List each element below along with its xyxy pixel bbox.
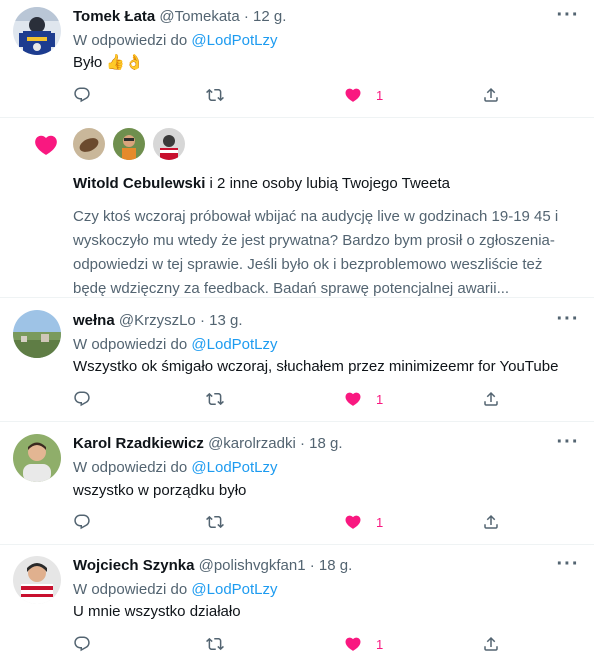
retweet-icon (206, 513, 224, 531)
more-options-icon[interactable]: ··· (556, 554, 580, 578)
tweet-reply[interactable]: Wojciech Szynka @polishvgkfan1 · 18 g. ·… (0, 545, 594, 666)
retweet-icon (206, 390, 224, 408)
liker-avatar[interactable] (73, 128, 105, 160)
timestamp[interactable]: 12 g. (253, 8, 286, 25)
action-bar: 1 (73, 389, 573, 409)
notification-summary: Witold Cebulewski i 2 inne osoby lubią T… (73, 174, 450, 194)
separator: · (199, 312, 205, 329)
heart-icon (32, 132, 60, 158)
author-handle[interactable]: @karolrzadki (208, 435, 296, 452)
hockey-goalie-avatar[interactable] (13, 556, 61, 604)
share-icon (482, 390, 500, 408)
tweet-header: Tomek Łata @Tomekata · 12 g. (73, 7, 286, 27)
reply-prefix: W odpowiedzi do (73, 32, 188, 49)
retweet-button[interactable] (206, 512, 224, 532)
hockey-player-avatar[interactable] (13, 7, 61, 55)
share-icon (482, 513, 500, 531)
action-bar: 1 (73, 634, 573, 654)
reply-icon (73, 390, 91, 408)
reply-button[interactable] (73, 389, 91, 409)
like-count: 1 (376, 514, 384, 530)
author-handle[interactable]: @polishvgkfan1 (199, 557, 306, 574)
reply-button[interactable] (73, 634, 91, 654)
liker-avatar[interactable] (153, 128, 185, 160)
like-count: 1 (376, 87, 384, 103)
more-options-icon[interactable]: ··· (556, 5, 580, 29)
tweet-reply[interactable]: Karol Rzadkiewicz @karolrzadki · 18 g. ·… (0, 422, 594, 545)
tweet-header: Karol Rzadkiewicz @karolrzadki · 18 g. (73, 434, 343, 454)
reply-prefix: W odpowiedzi do (73, 336, 188, 353)
timestamp[interactable]: 18 g. (319, 557, 352, 574)
retweet-icon (206, 635, 224, 653)
reply-icon (73, 86, 91, 104)
mention-link[interactable]: @LodPotLzy (191, 581, 277, 598)
retweet-button[interactable] (206, 389, 224, 409)
reply-context: W odpowiedzi do @LodPotLzy (73, 31, 278, 51)
mention-link[interactable]: @LodPotLzy (191, 336, 277, 353)
share-button[interactable] (482, 634, 500, 654)
share-button[interactable] (482, 512, 500, 532)
more-options-icon[interactable]: ··· (556, 309, 580, 333)
separator: · (309, 557, 315, 574)
reply-button[interactable] (73, 85, 91, 105)
reply-icon (73, 513, 91, 531)
tweet-text: U mnie wszystko działało (73, 603, 241, 620)
liked-tweet-preview[interactable]: Czy ktoś wczoraj próbował wbijać na audy… (73, 205, 573, 301)
like-button[interactable]: 1 (344, 85, 383, 105)
like-button[interactable]: 1 (344, 512, 383, 532)
tweet-reply[interactable]: Tomek Łata @Tomekata · 12 g. ··· W odpow… (0, 0, 594, 118)
retweet-icon (206, 86, 224, 104)
tweet-header: wełna @KrzyszLo · 13 g. (73, 311, 243, 331)
heart-icon (344, 635, 362, 653)
liker-avatar[interactable] (113, 128, 145, 160)
tweet-text: Wszystko ok śmigało wczoraj, słuchałem p… (73, 358, 559, 375)
like-button[interactable]: 1 (344, 389, 383, 409)
preview-line: odpowiedzi w tej sprawie. Jeśli było ok … (73, 256, 543, 273)
share-button[interactable] (482, 389, 500, 409)
like-count: 1 (376, 636, 384, 652)
person-avatar[interactable] (13, 434, 61, 482)
reply-context: W odpowiedzi do @LodPotLzy (73, 458, 278, 478)
author-name[interactable]: wełna (73, 312, 115, 329)
reply-prefix: W odpowiedzi do (73, 459, 188, 476)
heart-icon (344, 513, 362, 531)
reply-icon (73, 635, 91, 653)
tweet-text: Było 👍👌 (73, 54, 144, 71)
more-options-icon[interactable]: ··· (556, 432, 580, 456)
author-name[interactable]: Tomek Łata (73, 8, 155, 25)
retweet-button[interactable] (206, 85, 224, 105)
author-name[interactable]: Karol Rzadkiewicz (73, 435, 204, 452)
separator: · (243, 8, 249, 25)
reply-button[interactable] (73, 512, 91, 532)
tweet-text: wszystko w porządku było (73, 482, 247, 499)
action-bar: 1 (73, 85, 573, 105)
reply-context: W odpowiedzi do @LodPotLzy (73, 580, 278, 600)
mention-link[interactable]: @LodPotLzy (191, 32, 277, 49)
mention-link[interactable]: @LodPotLzy (191, 459, 277, 476)
tweet-reply[interactable]: wełna @KrzyszLo · 13 g. ··· W odpowiedzi… (0, 298, 594, 422)
landscape-avatar[interactable] (13, 310, 61, 358)
reply-context: W odpowiedzi do @LodPotLzy (73, 335, 278, 355)
retweet-button[interactable] (206, 634, 224, 654)
like-count: 1 (376, 391, 384, 407)
preview-line: wyskoczyło mu wtedy że jest prywatna? Ba… (73, 232, 555, 249)
share-button[interactable] (482, 85, 500, 105)
author-handle[interactable]: @KrzyszLo (119, 312, 196, 329)
heart-icon (344, 86, 362, 104)
author-handle[interactable]: @Tomekata (159, 8, 239, 25)
action-bar: 1 (73, 512, 573, 532)
notification-rest: i 2 inne osoby lubią Twojego Tweeta (205, 175, 451, 192)
author-name[interactable]: Wojciech Szynka (73, 557, 194, 574)
preview-line: Czy ktoś wczoraj próbował wbijać na audy… (73, 208, 559, 225)
liker-name[interactable]: Witold Cebulewski (73, 175, 205, 192)
heart-icon (344, 390, 362, 408)
share-icon (482, 86, 500, 104)
like-button[interactable]: 1 (344, 634, 383, 654)
reply-prefix: W odpowiedzi do (73, 581, 188, 598)
separator: · (300, 435, 305, 452)
timestamp[interactable]: 13 g. (209, 312, 242, 329)
share-icon (482, 635, 500, 653)
tweet-header: Wojciech Szynka @polishvgkfan1 · 18 g. (73, 556, 352, 576)
timestamp[interactable]: 18 g. (309, 435, 342, 452)
